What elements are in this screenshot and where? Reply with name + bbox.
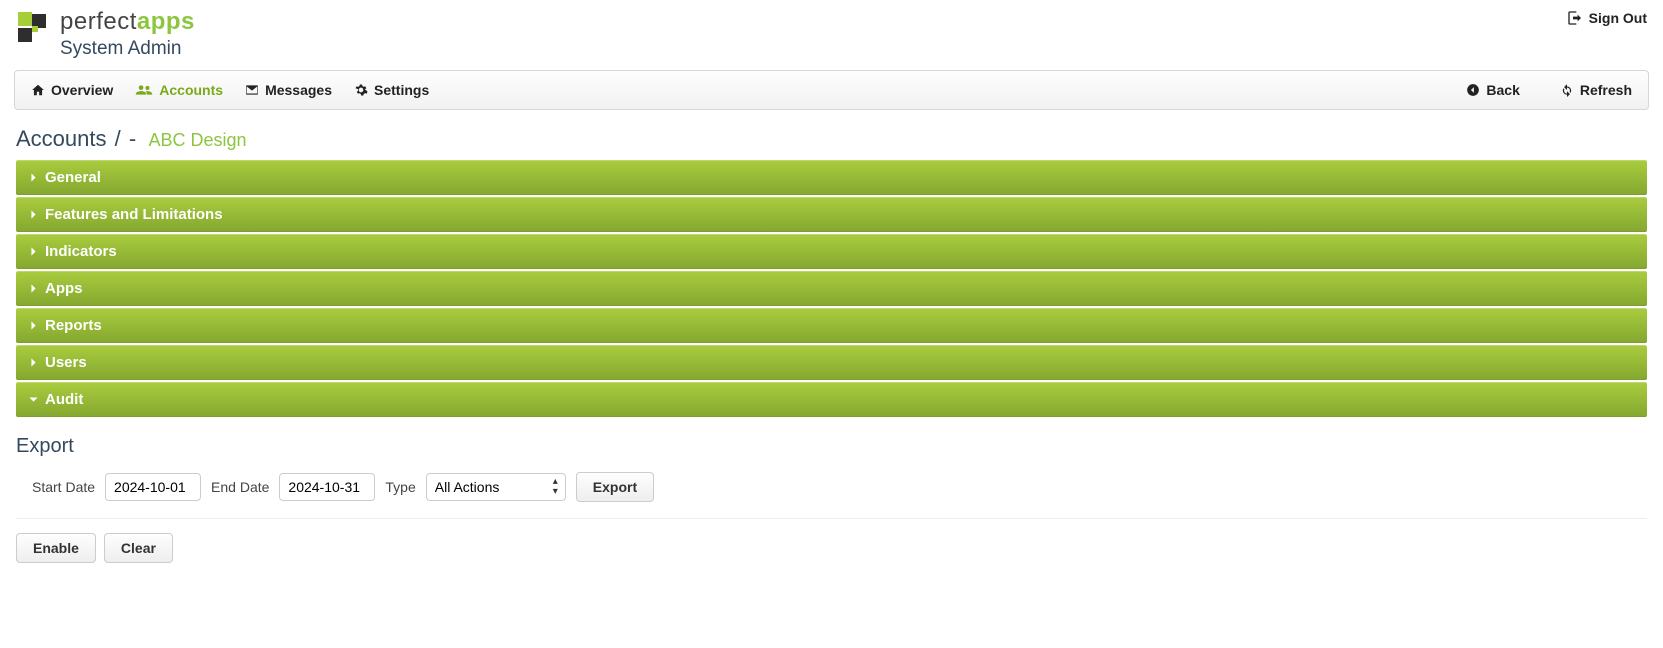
accordion-users-label: Users [45, 354, 87, 371]
breadcrumb-dash: - [129, 126, 136, 151]
chevron-right-icon [28, 172, 39, 183]
type-select[interactable] [426, 473, 566, 501]
chevron-right-icon [28, 357, 39, 368]
accordion-apps[interactable]: Apps [16, 271, 1647, 306]
brand-name: perfectapps [60, 10, 195, 34]
sign-out-icon [1567, 10, 1583, 26]
accordion: General Features and Limitations Indicat… [16, 160, 1647, 417]
export-form-row: Start Date End Date Type ▴▾ Export [16, 462, 1647, 519]
nav-refresh[interactable]: Refresh [1552, 76, 1640, 104]
chevron-right-icon [28, 246, 39, 257]
nav-back-label: Back [1486, 82, 1519, 98]
accordion-audit[interactable]: Audit [16, 382, 1647, 417]
accordion-audit-label: Audit [45, 391, 83, 408]
start-date-input[interactable] [105, 473, 201, 501]
accordion-indicators-label: Indicators [45, 243, 117, 260]
brand-logo-icon [16, 12, 50, 46]
nav-messages-label: Messages [265, 82, 332, 98]
brand-perfect: perfect [60, 8, 137, 35]
enable-button[interactable]: Enable [16, 533, 96, 563]
breadcrumb-current[interactable]: ABC Design [148, 130, 246, 150]
end-date-label: End Date [211, 479, 269, 495]
end-date-input[interactable] [279, 473, 375, 501]
accordion-reports-label: Reports [45, 317, 102, 334]
envelope-icon [245, 83, 259, 97]
nav-accounts-label: Accounts [159, 82, 223, 98]
back-icon [1466, 83, 1480, 97]
accordion-general[interactable]: General [16, 160, 1647, 195]
nav-overview-label: Overview [51, 82, 113, 98]
type-label: Type [385, 479, 415, 495]
accordion-features[interactable]: Features and Limitations [16, 197, 1647, 232]
chevron-right-icon [28, 209, 39, 220]
export-button[interactable]: Export [576, 472, 654, 502]
nav-back[interactable]: Back [1458, 76, 1527, 104]
accordion-indicators[interactable]: Indicators [16, 234, 1647, 269]
nav-settings-label: Settings [374, 82, 429, 98]
accordion-users[interactable]: Users [16, 345, 1647, 380]
brand-block: perfectapps System Admin [16, 10, 195, 60]
refresh-icon [1560, 83, 1574, 97]
nav-overview[interactable]: Overview [23, 76, 121, 104]
brand-subtitle: System Admin [60, 38, 195, 60]
users-icon [135, 83, 153, 97]
main-navbar: Overview Accounts Messages Settings Back… [14, 70, 1649, 110]
nav-accounts[interactable]: Accounts [127, 76, 231, 104]
accordion-general-label: General [45, 169, 101, 186]
accordion-reports[interactable]: Reports [16, 308, 1647, 343]
accordion-apps-label: Apps [45, 280, 83, 297]
chevron-right-icon [28, 283, 39, 294]
sign-out-button[interactable]: Sign Out [1567, 10, 1647, 26]
nav-messages[interactable]: Messages [237, 76, 340, 104]
breadcrumb: Accounts / - ABC Design [0, 110, 1663, 160]
sign-out-label: Sign Out [1589, 10, 1647, 26]
accordion-features-label: Features and Limitations [45, 206, 223, 223]
gear-icon [354, 83, 368, 97]
chevron-down-icon [28, 394, 39, 405]
export-title: Export [0, 419, 1663, 462]
nav-refresh-label: Refresh [1580, 82, 1632, 98]
start-date-label: Start Date [32, 479, 95, 495]
chevron-right-icon [28, 320, 39, 331]
breadcrumb-root: Accounts [16, 126, 107, 151]
nav-settings[interactable]: Settings [346, 76, 437, 104]
breadcrumb-sep: / [113, 126, 123, 151]
brand-apps: apps [137, 8, 195, 35]
home-icon [31, 83, 45, 97]
clear-button[interactable]: Clear [104, 533, 173, 563]
footer-buttons: Enable Clear [0, 519, 1663, 577]
